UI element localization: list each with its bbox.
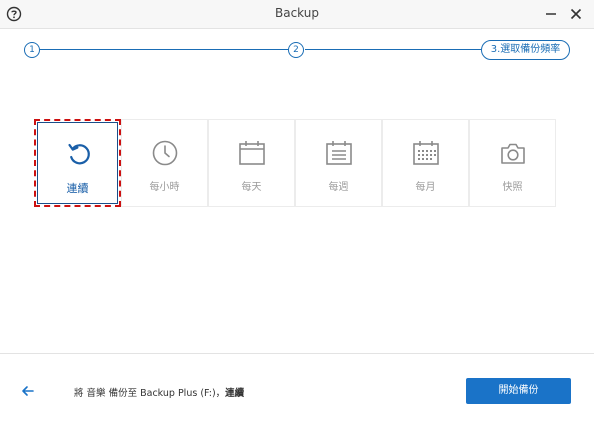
option-label: 每小時 — [149, 182, 180, 193]
option-label: 每月 — [415, 182, 436, 193]
window-title: Backup — [275, 6, 319, 20]
calendar-week-icon — [324, 138, 354, 168]
option-weekly[interactable]: 每週 — [295, 119, 382, 207]
option-label: 快照 — [502, 182, 523, 193]
start-backup-button[interactable]: 開始備份 — [466, 378, 571, 404]
help-icon[interactable] — [6, 6, 22, 22]
title-bar: Backup — [0, 0, 594, 29]
footer-divider — [0, 353, 594, 354]
option-hourly[interactable]: 每小時 — [121, 119, 208, 207]
option-label: 每天 — [241, 182, 262, 193]
minimize-button[interactable] — [542, 5, 560, 23]
option-label: 連續 — [66, 182, 89, 195]
summary-mid: 備份至 Backup Plus (F:)， — [108, 388, 226, 399]
close-button[interactable] — [567, 5, 585, 23]
step-connector — [305, 49, 481, 50]
back-arrow-icon[interactable] — [18, 383, 38, 399]
summary-frequency: 連續 — [225, 388, 245, 399]
backup-summary: 將 音樂 備份至 Backup Plus (F:)，連續 — [74, 385, 244, 399]
step-1: 1 — [24, 42, 40, 58]
step-3-current: 3.選取備份頻率 — [481, 40, 570, 60]
option-monthly[interactable]: 每月 — [382, 119, 469, 207]
frequency-options: 連續 每小時 每天 每週 每月 快照 — [34, 119, 561, 207]
refresh-icon — [64, 139, 94, 169]
clock-icon — [150, 138, 180, 168]
step-2: 2 — [288, 42, 304, 58]
summary-source: 音樂 — [86, 388, 106, 399]
summary-prefix: 將 — [74, 388, 84, 399]
step-connector — [40, 49, 288, 50]
option-label: 每週 — [328, 182, 349, 193]
calendar-day-icon — [237, 138, 267, 168]
option-snapshot[interactable]: 快照 — [469, 119, 556, 207]
option-daily[interactable]: 每天 — [208, 119, 295, 207]
camera-icon — [498, 138, 528, 168]
option-continuous[interactable]: 連續 — [34, 119, 121, 207]
calendar-month-icon — [411, 138, 441, 168]
